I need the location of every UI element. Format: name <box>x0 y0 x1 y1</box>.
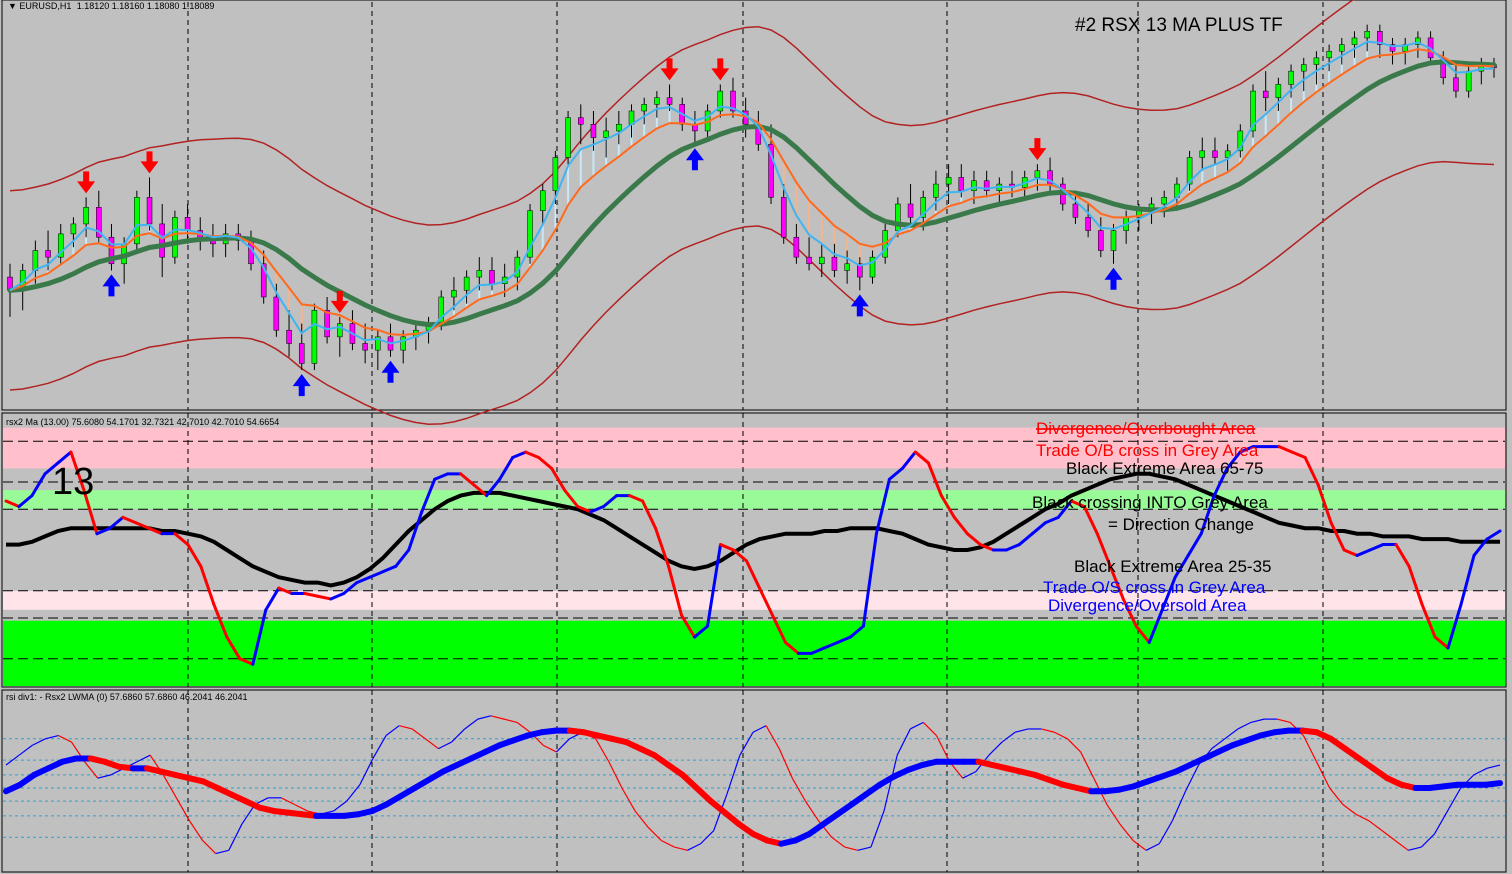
bear-candle <box>273 296 280 331</box>
bull-candle <box>83 207 89 225</box>
bull-candle <box>933 183 939 198</box>
bull-candle <box>172 217 178 258</box>
chevron-down-icon[interactable]: ▼ <box>8 1 19 11</box>
bull-candle <box>1300 64 1307 72</box>
bull-candle <box>70 223 77 235</box>
price-panel-label: ▼ EURUSD,H1 1.18120 1.18160 1.18080 1.180… <box>8 1 214 11</box>
bear-candle <box>489 270 495 284</box>
bull-candle <box>819 256 825 265</box>
bull-candle <box>311 310 318 364</box>
bear-candle <box>45 250 51 258</box>
bear-candle <box>324 310 330 338</box>
bull-candle <box>1339 44 1345 52</box>
bear-candle <box>1262 90 1269 98</box>
bull-candle <box>1034 170 1041 178</box>
bull-candle <box>1161 197 1167 205</box>
bear-candle <box>362 343 368 351</box>
bear-candle <box>286 329 292 344</box>
bear-candle <box>958 177 965 191</box>
rsx-zone <box>3 590 1505 610</box>
bull-candle <box>1326 50 1332 59</box>
bull-candle <box>641 104 647 112</box>
bull-candle <box>1465 70 1472 92</box>
bear-candle <box>146 197 153 225</box>
bear-candle <box>831 256 838 271</box>
bear-candle <box>298 343 305 364</box>
annotation-black-extreme-low: Black Extreme Area 25-35 <box>1074 557 1271 576</box>
annotation-divergence-overbought: Divergence/Overbought Area <box>1036 419 1256 438</box>
rsx-period-label: 13 <box>52 461 94 503</box>
bull-candle <box>1275 84 1282 98</box>
annotation-trade-os: Trade O/S cross in Grey Area <box>1043 578 1266 597</box>
bull-candle <box>32 250 39 271</box>
rsidiv-panel[interactable] <box>1 689 1507 873</box>
bull-candle <box>552 157 559 191</box>
bull-candle <box>603 130 609 138</box>
bull-candle <box>616 124 622 132</box>
rsx-panel-label: rsx2 Ma (13.00) 75.6080 54.1701 32.7321 … <box>6 417 279 427</box>
bear-candle <box>907 203 914 218</box>
bear-candle <box>1212 150 1218 158</box>
div-thick-segment <box>1482 780 1503 788</box>
bear-candle <box>793 236 800 258</box>
bull-candle <box>400 336 406 351</box>
bull-candle <box>1288 70 1294 85</box>
bull-candle <box>463 276 470 291</box>
bull-candle <box>1364 31 1370 39</box>
annotation-trade-ob: Trade O/B cross in Grey Area <box>1036 441 1259 460</box>
bull-candle <box>945 177 952 185</box>
bear-candle <box>1098 230 1104 251</box>
bear-candle <box>159 223 165 258</box>
bear-candle <box>1085 217 1091 231</box>
instrument-label: EURUSD,H1 <box>19 1 71 11</box>
bear-candle <box>184 217 191 231</box>
bull-candle <box>1313 57 1320 65</box>
bull-candle <box>337 323 343 338</box>
bull-candle <box>1351 37 1358 45</box>
bull-candle <box>451 290 457 298</box>
bear-candle <box>578 117 584 125</box>
chart-title: #2 RSX 13 MA PLUS TF <box>1075 15 1283 36</box>
bear-candle <box>1072 203 1079 218</box>
bear-candle <box>806 256 812 265</box>
bull-candle <box>1110 230 1117 251</box>
annotation-black-extreme-high: Black Extreme Area 65-75 <box>1066 459 1263 478</box>
price-header: 1.18120 1.18160 1.18080 1.18089 <box>77 1 215 11</box>
annotation-black-crossing: Black crossing INTO Grey Area <box>1032 493 1268 512</box>
bull-candle <box>971 180 977 191</box>
chart-stage: ▼ EURUSD,H1 1.18120 1.18160 1.18080 1.180… <box>1 0 1507 873</box>
rsx-zone <box>3 490 1505 510</box>
annotation-direction-change: = Direction Change <box>1108 515 1254 534</box>
bear-candle <box>666 97 673 105</box>
bull-candle <box>565 117 571 158</box>
annotation-divergence-oversold: Divergence/Oversold Area <box>1048 596 1247 615</box>
price-panel[interactable] <box>1 0 1507 411</box>
bull-candle <box>539 190 546 211</box>
bull-candle <box>1199 150 1206 158</box>
bull-candle <box>844 263 850 271</box>
bear-candle <box>780 197 787 238</box>
bull-candle <box>476 270 483 278</box>
bear-candle <box>590 124 597 138</box>
rsx-zone <box>3 620 1505 686</box>
bear-candle <box>1453 77 1459 92</box>
rsidiv-panel-label: rsi div1: - Rsx2 LWMA (0) 57.6860 57.686… <box>6 692 247 702</box>
bull-candle <box>654 97 660 105</box>
